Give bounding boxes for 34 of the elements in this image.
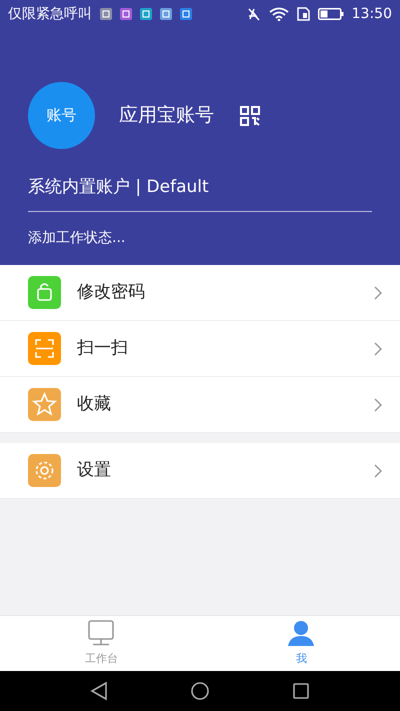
notification-icon xyxy=(140,8,152,20)
wifi-icon xyxy=(268,7,289,21)
sim-icon xyxy=(296,7,310,21)
chevron-right-icon xyxy=(374,286,382,300)
menu-row[interactable]: 设置 xyxy=(0,443,400,499)
menu-label: 修改密码 xyxy=(77,280,145,304)
account-text: 系统内置账户 | Default xyxy=(27,176,210,199)
qr-code-icon[interactable] xyxy=(240,106,260,126)
mute-icon xyxy=(246,7,261,21)
menu-row[interactable]: 扫一扫 xyxy=(0,321,400,377)
notification-icon xyxy=(180,8,192,20)
tab-label: 我 xyxy=(296,651,307,668)
battery-icon xyxy=(318,8,344,20)
back-icon[interactable] xyxy=(88,681,109,701)
notification-icon xyxy=(160,8,172,20)
clock-text: 13:50 xyxy=(352,4,392,24)
chevron-right-icon xyxy=(374,464,382,478)
work-status-link[interactable]: 添加工作状态... xyxy=(0,212,400,248)
notification-icon xyxy=(100,8,112,20)
home-icon[interactable] xyxy=(190,681,210,701)
monitor-icon xyxy=(87,619,116,648)
notification-icon xyxy=(120,8,132,20)
person-icon xyxy=(287,619,316,648)
menu-label: 收藏 xyxy=(77,392,111,416)
menu-label: 设置 xyxy=(77,458,111,482)
chevron-right-icon xyxy=(374,342,382,356)
menu-row[interactable]: 修改密码 xyxy=(0,265,400,321)
profile-name: 应用宝账号 xyxy=(119,103,214,128)
recent-apps-icon[interactable] xyxy=(291,681,312,701)
carrier-text: 仅限紧急呼叫 xyxy=(8,4,92,24)
menu-row[interactable]: 收藏 xyxy=(0,377,400,433)
tab-label: 工作台 xyxy=(84,651,118,668)
menu-label: 扫一扫 xyxy=(77,336,128,360)
chevron-right-icon xyxy=(374,398,382,412)
